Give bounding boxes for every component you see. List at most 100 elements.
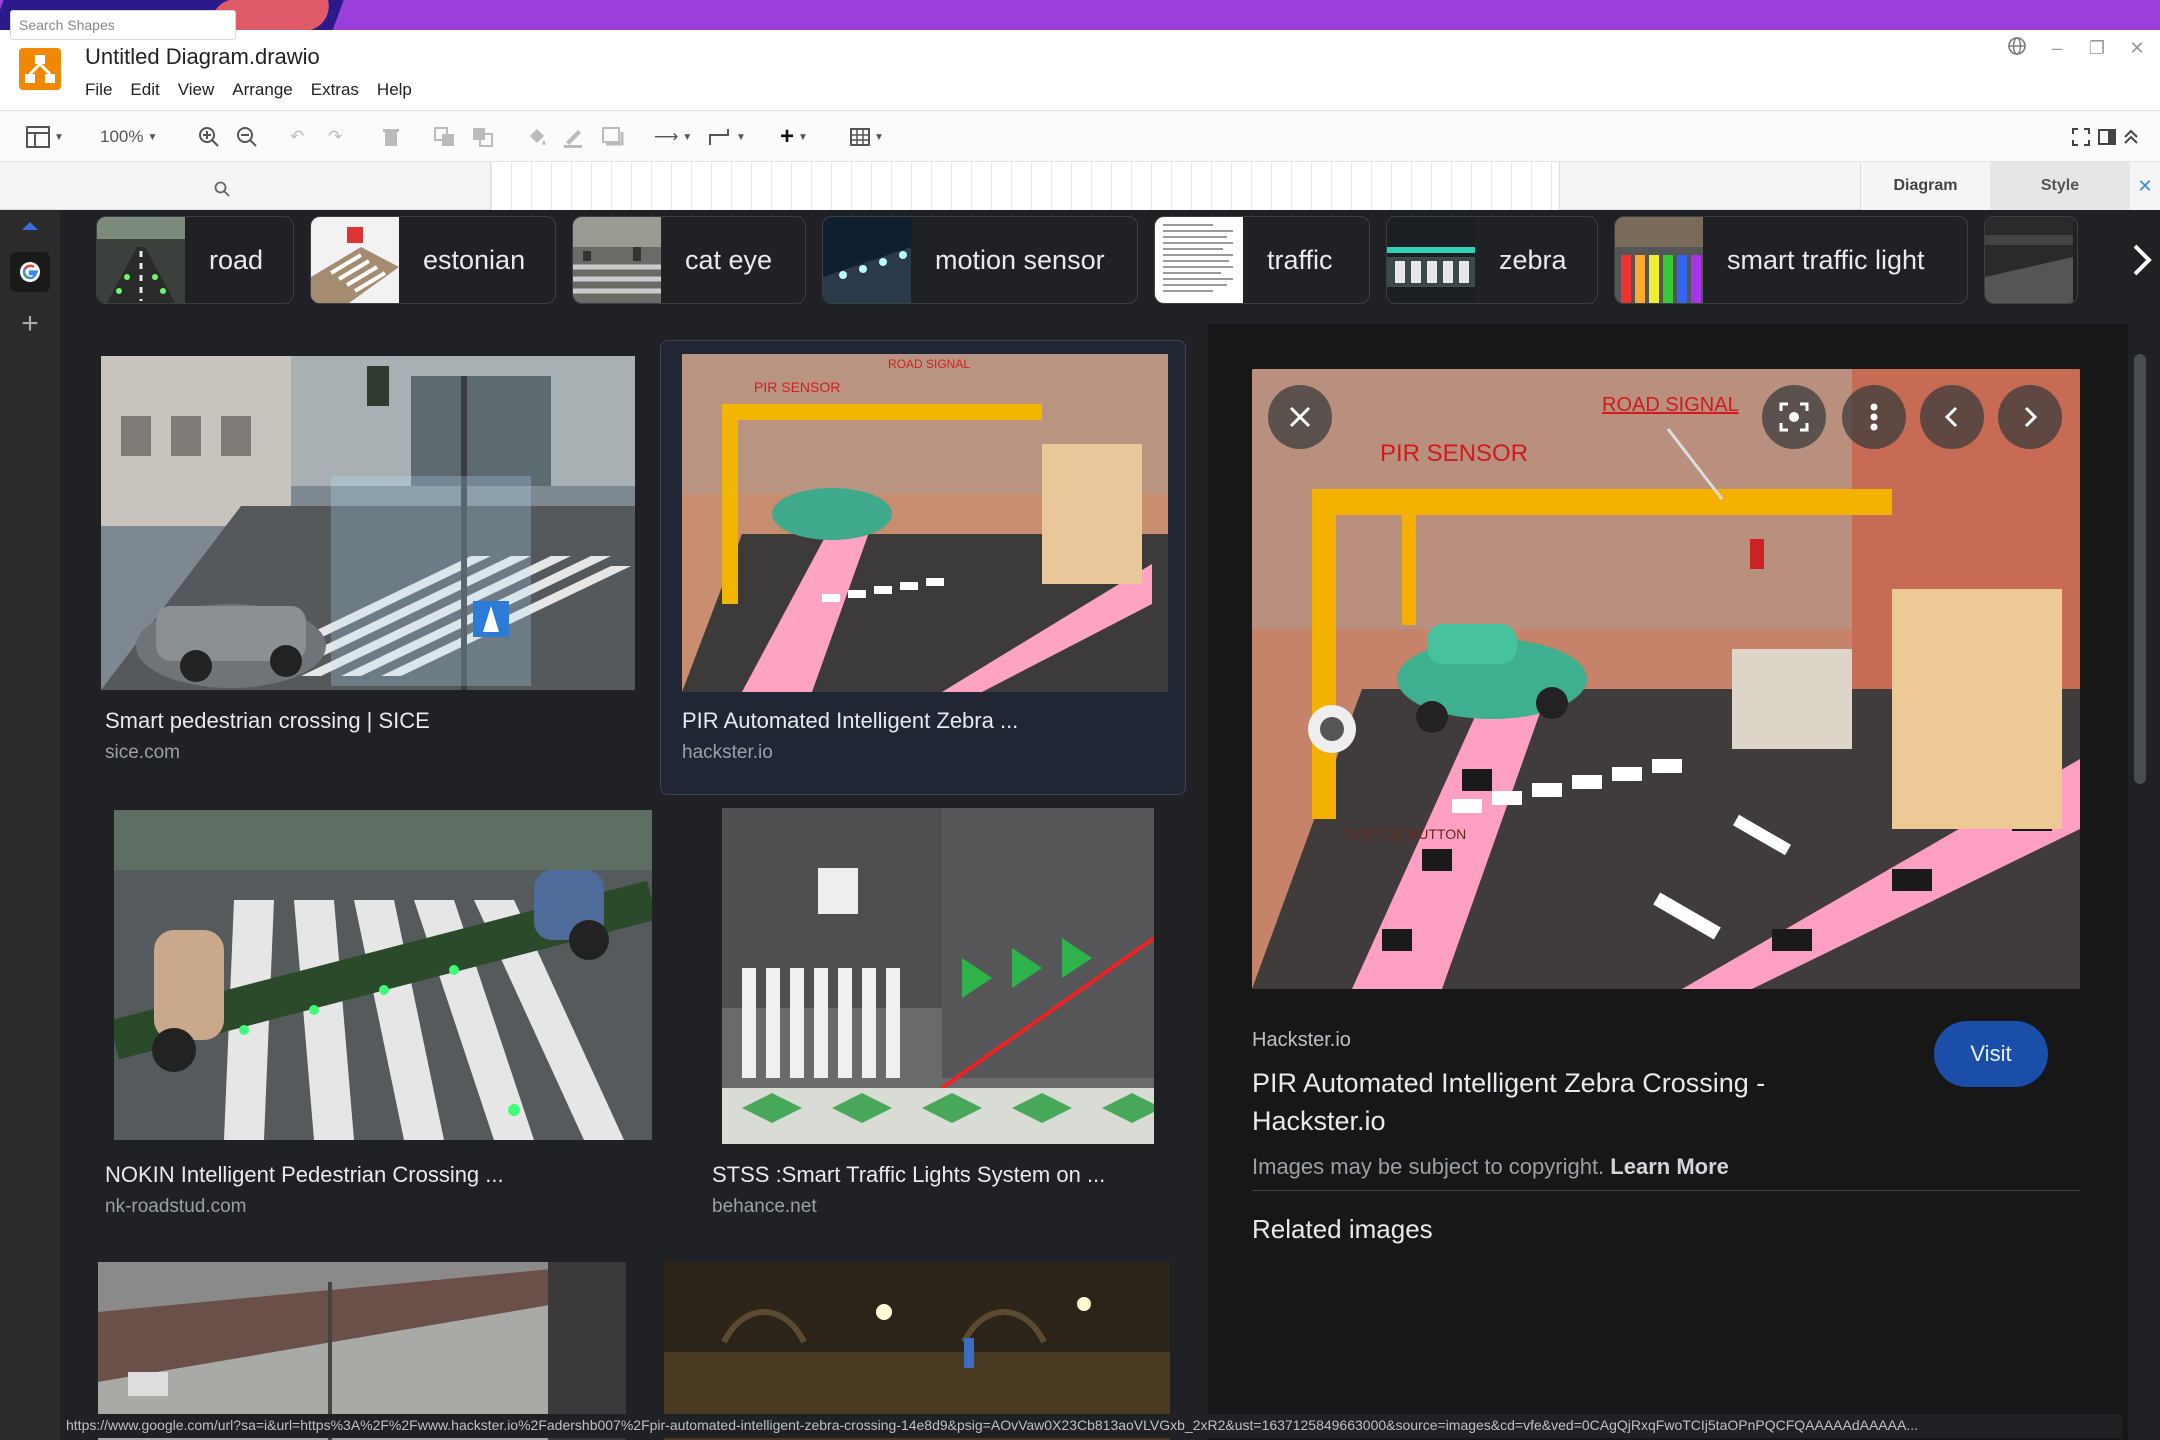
to-back-icon[interactable]	[472, 123, 494, 151]
copyright-notice: Images may be subject to copyright. Lear…	[1252, 1154, 1729, 1180]
menu-arrange[interactable]: Arrange	[232, 80, 301, 100]
connection-style-icon[interactable]: ⟶ ▼	[654, 123, 692, 151]
chip-thumbnail	[1615, 217, 1703, 303]
chip-traffic[interactable]: traffic	[1154, 216, 1370, 304]
chip-label: zebra	[1499, 244, 1567, 275]
result-title[interactable]: PIR Automated Intelligent Zebra ...	[682, 708, 1018, 734]
globe-icon[interactable]	[2004, 36, 2030, 61]
fullscreen-icon[interactable]	[2072, 123, 2090, 151]
chip-more[interactable]	[1984, 216, 2078, 304]
google-images-page: road estonian cat eye motion sensor traf…	[60, 210, 2160, 1440]
result-source: behance.net	[712, 1196, 817, 1217]
menubar: File Edit View Arrange Extras Help	[85, 80, 430, 100]
fill-color-icon[interactable]	[526, 123, 548, 151]
chip-thumbnail	[1985, 217, 2073, 303]
visit-button[interactable]: Visit	[1934, 1021, 2048, 1087]
result-title[interactable]: STSS :Smart Traffic Lights System on ...	[712, 1162, 1105, 1188]
menu-extras[interactable]: Extras	[311, 80, 368, 100]
menu-edit[interactable]: Edit	[130, 80, 168, 100]
scrollbar[interactable]	[2128, 324, 2160, 1440]
chip-motion-sensor[interactable]: motion sensor	[822, 216, 1138, 304]
zoom-in-icon[interactable]	[198, 123, 220, 151]
preview-label-signal: ROAD SIGNAL	[1602, 394, 1739, 416]
chevron-left-icon[interactable]	[1920, 385, 1984, 449]
svg-text:ROAD SIGNAL: ROAD SIGNAL	[888, 357, 970, 371]
undo-icon[interactable]: ↶	[290, 123, 304, 151]
google-icon[interactable]	[10, 252, 50, 292]
add-panel-icon[interactable]: +	[14, 308, 46, 340]
line-color-icon[interactable]	[562, 123, 584, 151]
result-image[interactable]	[101, 356, 635, 690]
chip-label: cat eye	[685, 244, 773, 275]
delete-icon[interactable]	[382, 123, 400, 151]
result-image[interactable]: PIR SENSOR ROAD SIGNAL	[682, 354, 1168, 692]
minimize-icon[interactable]: –	[2044, 38, 2070, 59]
chip-label: motion sensor	[935, 244, 1105, 275]
chip-cat-eye[interactable]: cat eye	[572, 216, 806, 304]
chip-estonian[interactable]: estonian	[310, 216, 556, 304]
close-icon[interactable]	[1268, 385, 1332, 449]
waypoints-icon[interactable]: ▼	[708, 123, 746, 151]
browser-sidebar	[0, 210, 60, 1440]
collapse-up-icon[interactable]	[22, 222, 38, 230]
preview-title[interactable]: PIR Automated Intelligent Zebra Crossing…	[1252, 1064, 1852, 1140]
restore-icon[interactable]: ❐	[2084, 38, 2110, 59]
chip-label: estonian	[423, 244, 526, 275]
preview-site-name[interactable]: Hackster.io	[1252, 1029, 1351, 1052]
preview-label-sensor: PIR SENSOR	[1380, 440, 1528, 467]
chip-thumbnail	[311, 217, 399, 303]
divider	[1252, 1190, 2080, 1191]
preview-label-button: OVERIDE BUTTON	[1342, 826, 1466, 842]
format-toggle-icon[interactable]	[2098, 123, 2116, 151]
close-icon[interactable]: ✕	[2124, 38, 2150, 59]
chip-label: traffic	[1267, 244, 1333, 275]
search-icon[interactable]	[214, 181, 230, 202]
chip-road[interactable]: road	[96, 216, 294, 304]
canvas-ruler	[490, 162, 1560, 210]
chip-label: smart traffic light	[1727, 244, 1925, 275]
more-vert-icon[interactable]	[1842, 385, 1906, 449]
chip-label: road	[209, 244, 264, 275]
chevron-right-icon[interactable]	[1998, 385, 2062, 449]
toolbar: ▼ 100% ▼ ↶ ↷ ⟶ ▼ ▼ + ▼ ▼	[0, 110, 2160, 162]
tab-style[interactable]: Style	[1990, 162, 2130, 210]
result-image[interactable]	[722, 808, 1154, 1144]
chip-smart-traffic-light[interactable]: smart traffic light	[1614, 216, 1968, 304]
result-source: hackster.io	[682, 742, 773, 763]
chip-thumbnail	[823, 217, 911, 303]
learn-more-link[interactable]: Learn More	[1610, 1154, 1729, 1179]
format-panel-toggle[interactable]: ▼	[26, 123, 64, 151]
result-title[interactable]: NOKIN Intelligent Pedestrian Crossing ..…	[105, 1162, 504, 1188]
window-controls: – ❐ ✕	[2004, 36, 2150, 61]
image-preview-panel: PIR SENSOR ROAD SIGNAL OVERIDE BUTTON Ha…	[1208, 324, 2128, 1440]
zoom-dropdown[interactable]: 100% ▼	[100, 123, 157, 151]
chip-thumbnail	[1155, 217, 1243, 303]
result-image[interactable]	[114, 810, 652, 1140]
desktop-background-strip	[0, 0, 2160, 30]
lens-search-icon[interactable]	[1762, 385, 1826, 449]
result-title[interactable]: Smart pedestrian crossing | SICE	[105, 708, 430, 734]
collapse-icon[interactable]	[2122, 123, 2140, 151]
table-icon[interactable]: ▼	[850, 123, 884, 151]
to-front-icon[interactable]	[434, 123, 456, 151]
tab-diagram[interactable]: Diagram	[1860, 162, 1990, 210]
close-icon[interactable]: ✕	[2130, 162, 2160, 210]
result-source: sice.com	[105, 742, 180, 763]
chip-thumbnail	[573, 217, 661, 303]
menu-file[interactable]: File	[85, 80, 121, 100]
shadow-icon[interactable]	[602, 123, 624, 151]
menu-help[interactable]: Help	[377, 80, 421, 100]
chevron-right-icon[interactable]	[2122, 240, 2160, 280]
svg-text:PIR SENSOR: PIR SENSOR	[754, 379, 840, 395]
menu-view[interactable]: View	[178, 80, 224, 100]
chip-zebra[interactable]: zebra	[1386, 216, 1598, 304]
zoom-out-icon[interactable]	[236, 123, 258, 151]
search-shapes-input[interactable]: Search Shapes	[10, 10, 236, 40]
chip-thumbnail	[97, 217, 185, 303]
preview-image[interactable]: PIR SENSOR ROAD SIGNAL OVERIDE BUTTON	[1252, 369, 2080, 989]
redo-icon[interactable]: ↷	[328, 123, 342, 151]
scrollbar-thumb[interactable]	[2134, 354, 2146, 784]
insert-plus-icon[interactable]: + ▼	[780, 123, 808, 151]
document-title[interactable]: Untitled Diagram.drawio	[85, 44, 320, 70]
related-images-heading: Related images	[1252, 1214, 1433, 1244]
